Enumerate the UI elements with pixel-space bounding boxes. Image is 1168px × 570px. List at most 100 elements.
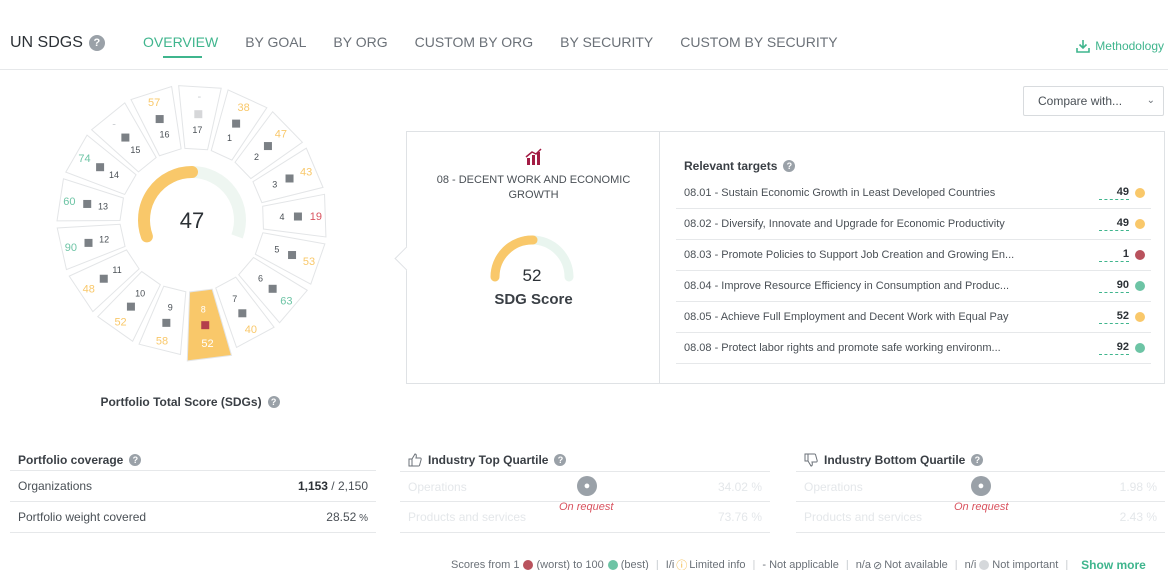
- segment-goal-number: 2: [254, 152, 259, 162]
- goal-title: 08 - DECENT WORK AND ECONOMIC GROWTH: [436, 174, 631, 201]
- tab-by-org[interactable]: BY ORG: [333, 34, 387, 58]
- segment-goal-number: 13: [98, 201, 108, 211]
- target-row[interactable]: 08.08 - Protect labor rights and promote…: [676, 333, 1151, 364]
- thumbs-down-icon: [804, 453, 818, 467]
- quartile-label: Operations: [804, 479, 863, 494]
- compare-select[interactable]: Compare with... ⌄: [1023, 86, 1164, 116]
- target-label: 08.08 - Protect labor rights and promote…: [684, 342, 1001, 354]
- score-dot-icon: [1135, 219, 1145, 229]
- goal-13-icon: [83, 199, 92, 208]
- bottom-quartile-title: Industry Bottom Quartile ?: [796, 449, 1165, 471]
- thumbs-up-icon: [408, 453, 422, 467]
- help-icon[interactable]: ?: [267, 396, 280, 408]
- goal-detail-panel: 08 - DECENT WORK AND ECONOMIC GROWTH 52 …: [406, 131, 1165, 384]
- target-row[interactable]: 08.01 - Sustain Economic Growth in Least…: [676, 178, 1151, 209]
- segment-score: 57: [148, 97, 160, 109]
- brand-title: UN SDGS: [10, 34, 83, 51]
- goal-2-icon: [263, 142, 272, 151]
- help-icon[interactable]: ?: [88, 35, 105, 51]
- target-score[interactable]: 49: [1099, 217, 1129, 231]
- target-label: 08.01 - Sustain Economic Growth in Least…: [684, 187, 996, 199]
- segment-score: 74: [78, 153, 90, 165]
- segment-score: -: [198, 91, 202, 103]
- goal-16-icon: [155, 115, 164, 124]
- legend-text: Scores from 1: [451, 559, 520, 570]
- target-score[interactable]: 52: [1099, 310, 1129, 324]
- coverage-row: Portfolio weight covered 28.52 %: [10, 502, 376, 533]
- segment-goal-number: 1: [227, 133, 232, 143]
- on-request-label[interactable]: On request: [954, 501, 1008, 513]
- target-row[interactable]: 08.03 - Promote Policies to Support Job …: [676, 240, 1151, 271]
- quartile-label: Operations: [408, 479, 467, 494]
- help-icon[interactable]: ?: [129, 453, 142, 466]
- total-label-text: Portfolio Total Score (SDGs): [100, 395, 262, 409]
- on-request-label[interactable]: On request: [559, 501, 613, 513]
- legend-code: n/a: [855, 559, 871, 570]
- goal-11-icon: [99, 274, 108, 283]
- target-row[interactable]: 08.04 - Improve Resource Efficiency in C…: [676, 271, 1151, 302]
- coverage-label: Organizations: [18, 479, 93, 493]
- segment-score: 40: [245, 324, 257, 336]
- info-icon: ⓘ: [676, 560, 688, 570]
- bottom-quartile-title-text: Industry Bottom Quartile: [824, 453, 966, 467]
- tab-by-goal[interactable]: BY GOAL: [245, 34, 306, 58]
- portfolio-total-label: Portfolio Total Score (SDGs) ?: [0, 395, 380, 409]
- goal-12-icon: [84, 238, 93, 247]
- segment-goal-number: 7: [232, 294, 237, 304]
- segment-goal-number: 6: [258, 273, 263, 283]
- help-icon[interactable]: ?: [783, 160, 796, 172]
- goal-17-icon: [194, 110, 203, 119]
- goal-1-icon: [232, 119, 241, 128]
- segment-goal-number: 9: [168, 302, 173, 312]
- download-icon: [1076, 40, 1091, 53]
- coverage-label: Portfolio weight covered: [18, 510, 147, 524]
- segment-score: 47: [275, 128, 287, 140]
- relevant-targets: Relevant targets ? 08.01 - Sustain Econo…: [676, 154, 1151, 364]
- methodology-label: Methodology: [1095, 39, 1164, 53]
- legend-code: n/i: [964, 559, 977, 570]
- show-more-link[interactable]: Show more: [1081, 558, 1146, 570]
- segment-score: 43: [300, 166, 312, 178]
- coverage-title: Portfolio coverage ?: [10, 449, 376, 471]
- coverage-title-text: Portfolio coverage: [18, 452, 124, 467]
- target-score[interactable]: 92: [1099, 341, 1129, 355]
- top-quartile-title: Industry Top Quartile ?: [400, 449, 770, 471]
- help-icon[interactable]: ?: [554, 454, 567, 466]
- segment-score: 52: [201, 338, 213, 350]
- target-score[interactable]: 1: [1099, 248, 1129, 262]
- portfolio-coverage-card: Portfolio coverage ? Organizations 1,153…: [10, 449, 376, 539]
- segment-goal-number: 15: [130, 145, 140, 155]
- lock-icon[interactable]: ●: [577, 476, 597, 496]
- growth-chart-icon: [525, 148, 542, 165]
- help-icon[interactable]: ?: [971, 454, 984, 466]
- quartile-value: 34.02 %: [717, 479, 762, 494]
- tab-custom-by-security[interactable]: CUSTOM BY SECURITY: [680, 34, 837, 58]
- legend-code: I/i: [665, 559, 675, 570]
- coverage-row: Organizations 1,153 / 2,150: [10, 471, 376, 502]
- tab-overview[interactable]: OVERVIEW: [143, 34, 218, 58]
- segment-goal-number: 5: [274, 245, 279, 255]
- target-score[interactable]: 90: [1099, 279, 1129, 293]
- chevron-down-icon: ⌄: [1146, 95, 1155, 106]
- methodology-link[interactable]: Methodology: [1075, 38, 1164, 54]
- segment-score: 52: [114, 316, 126, 328]
- lock-icon[interactable]: ●: [971, 476, 991, 496]
- target-row[interactable]: 08.02 - Diversify, Innovate and Upgrade …: [676, 209, 1151, 240]
- target-score[interactable]: 49: [1099, 186, 1129, 200]
- target-row[interactable]: 08.05 - Achieve Full Employment and Dece…: [676, 302, 1151, 333]
- goal-9-icon: [162, 318, 171, 327]
- segment-score: 53: [303, 256, 315, 268]
- targets-heading: Relevant targets ?: [684, 154, 1151, 178]
- segment-score: 58: [156, 335, 168, 347]
- brand: UN SDGS ?: [10, 34, 105, 52]
- goal-10-icon: [126, 302, 135, 311]
- legend-text: (best): [620, 559, 649, 570]
- segment-goal-number: 8: [201, 304, 206, 314]
- goal-6-icon: [268, 284, 277, 293]
- tab-by-security[interactable]: BY SECURITY: [560, 34, 653, 58]
- tab-custom-by-org[interactable]: CUSTOM BY ORG: [415, 34, 534, 58]
- target-label: 08.04 - Improve Resource Efficiency in C…: [684, 280, 1010, 292]
- top-nav-bar: UN SDGS ? OVERVIEW BY GOAL BY ORG CUSTOM…: [0, 0, 1168, 70]
- industry-top-quartile-card: Industry Top Quartile ? Operations 34.02…: [400, 449, 770, 539]
- portfolio-total-score: 47: [180, 208, 204, 233]
